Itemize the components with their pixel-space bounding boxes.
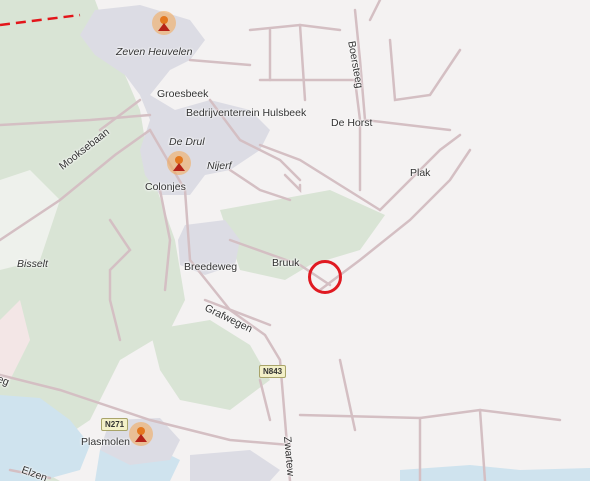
poi-icon[interactable] bbox=[167, 151, 191, 175]
place-label-bruuk: Bruuk bbox=[272, 257, 300, 269]
road-shield-n843: N843 bbox=[259, 365, 287, 378]
place-label-nijerf: Nijerf bbox=[207, 160, 232, 172]
road-shield-n271: N271 bbox=[101, 418, 129, 431]
poi-icon[interactable] bbox=[152, 11, 176, 35]
location-marker[interactable] bbox=[308, 260, 342, 294]
poi-icon[interactable] bbox=[129, 422, 153, 446]
place-label-plak: Plak bbox=[410, 167, 431, 179]
place-label-plasmolen: Plasmolen bbox=[81, 436, 131, 448]
place-label-bedrijventerrein: Bedrijventerrein Hulsbeek bbox=[186, 107, 307, 119]
place-label-groesbeek: Groesbeek bbox=[157, 88, 209, 100]
place-label-de-horst: De Horst bbox=[331, 117, 373, 129]
map-base-layer bbox=[0, 0, 590, 481]
place-label-breedeweg: Breedeweg bbox=[184, 261, 238, 273]
place-label-colonjes: Colonjes bbox=[145, 181, 186, 193]
place-label-bisselt: Bisselt bbox=[17, 258, 48, 270]
map-canvas[interactable]: Zeven Heuvelen Groesbeek Bedrijventerrei… bbox=[0, 0, 590, 481]
place-label-zeven-heuvelen: Zeven Heuvelen bbox=[116, 46, 193, 58]
place-label-de-drul: De Drul bbox=[169, 136, 205, 148]
